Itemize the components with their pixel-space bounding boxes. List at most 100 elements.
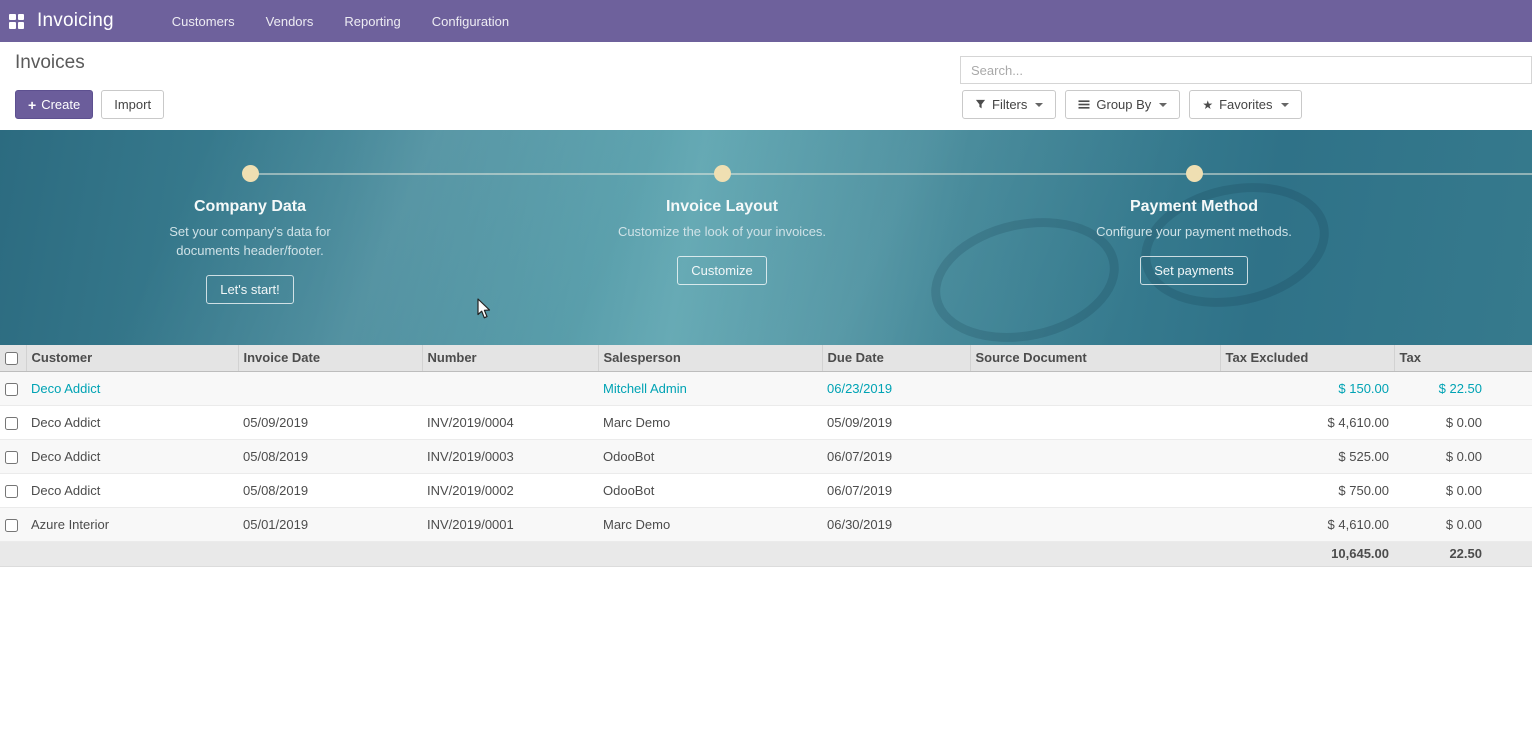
step-dot-icon xyxy=(1186,165,1203,182)
cell-number xyxy=(422,371,598,405)
footer-empty xyxy=(0,541,26,566)
cell-salesperson: Mitchell Admin xyxy=(598,371,822,405)
row-checkbox-cell xyxy=(0,405,26,439)
select-all-checkbox-cell xyxy=(0,345,26,371)
cell-invoice-date: 05/08/2019 xyxy=(238,473,422,507)
row-checkbox[interactable] xyxy=(5,519,18,532)
nav-configuration[interactable]: Configuration xyxy=(430,10,511,33)
cell-tax-excluded: $ 4,610.00 xyxy=(1220,507,1394,541)
select-all-checkbox[interactable] xyxy=(5,352,18,365)
cell-tax: $ 22.50 xyxy=(1394,371,1532,405)
footer-tax-excluded-total: 10,645.00 xyxy=(1220,541,1394,566)
step-description: Customize the look of your invoices. xyxy=(592,223,852,242)
invoice-row[interactable]: Deco Addict 05/09/2019 INV/2019/0004 Mar… xyxy=(0,405,1532,439)
onboarding-banner: Company Data Set your company's data for… xyxy=(0,130,1532,345)
create-button[interactable]: + Create xyxy=(15,90,93,119)
onboarding-step-payment-method: Payment Method Configure your payment me… xyxy=(1064,165,1324,285)
apps-grid-icon[interactable] xyxy=(9,14,24,29)
cell-tax-excluded: $ 150.00 xyxy=(1220,371,1394,405)
caret-down-icon xyxy=(1159,103,1167,107)
star-icon: ★ xyxy=(1202,98,1213,112)
cell-due-date: 06/07/2019 xyxy=(822,473,970,507)
col-due-date[interactable]: Due Date xyxy=(822,345,970,371)
row-checkbox[interactable] xyxy=(5,417,18,430)
set-payments-button[interactable]: Set payments xyxy=(1140,256,1248,285)
group-by-bars-icon xyxy=(1078,99,1090,110)
cell-tax-excluded: $ 750.00 xyxy=(1220,473,1394,507)
col-salesperson[interactable]: Salesperson xyxy=(598,345,822,371)
main-menu: Customers Vendors Reporting Configuratio… xyxy=(170,10,511,33)
step-title: Invoice Layout xyxy=(592,198,852,216)
row-checkbox[interactable] xyxy=(5,383,18,396)
cell-tax: $ 0.00 xyxy=(1394,439,1532,473)
cell-tax: $ 0.00 xyxy=(1394,507,1532,541)
cell-customer: Deco Addict xyxy=(26,371,238,405)
cell-tax: $ 0.00 xyxy=(1394,473,1532,507)
app-brand[interactable]: Invoicing xyxy=(37,10,114,32)
cell-invoice-date xyxy=(238,371,422,405)
invoice-row[interactable]: Deco Addict 05/08/2019 INV/2019/0002 Odo… xyxy=(0,473,1532,507)
filters-button[interactable]: Filters xyxy=(962,90,1056,119)
nav-reporting[interactable]: Reporting xyxy=(342,10,402,33)
step-dot-icon xyxy=(714,165,731,182)
col-tax[interactable]: Tax xyxy=(1394,345,1532,371)
group-by-button[interactable]: Group By xyxy=(1065,90,1180,119)
row-checkbox-cell xyxy=(0,371,26,405)
nav-customers[interactable]: Customers xyxy=(170,10,237,33)
col-number[interactable]: Number xyxy=(422,345,598,371)
cell-source-document xyxy=(970,507,1220,541)
col-invoice-date[interactable]: Invoice Date xyxy=(238,345,422,371)
cell-salesperson: Marc Demo xyxy=(598,405,822,439)
favorites-button-label: Favorites xyxy=(1219,97,1272,112)
row-checkbox[interactable] xyxy=(5,485,18,498)
step-title: Company Data xyxy=(120,198,380,216)
table-header-row: Customer Invoice Date Number Salesperson… xyxy=(0,345,1532,371)
step-title: Payment Method xyxy=(1064,198,1324,216)
create-button-label: Create xyxy=(41,97,80,112)
lets-start-button[interactable]: Let's start! xyxy=(206,275,294,304)
step-description: Configure your payment methods. xyxy=(1064,223,1324,242)
invoice-row[interactable]: Azure Interior 05/01/2019 INV/2019/0001 … xyxy=(0,507,1532,541)
cell-invoice-date: 05/09/2019 xyxy=(238,405,422,439)
cell-invoice-date: 05/08/2019 xyxy=(238,439,422,473)
cell-customer: Deco Addict xyxy=(26,473,238,507)
col-customer[interactable]: Customer xyxy=(26,345,238,371)
nav-vendors[interactable]: Vendors xyxy=(264,10,316,33)
step-description: Set your company's data for documents he… xyxy=(120,223,380,261)
onboarding-step-invoice-layout: Invoice Layout Customize the look of you… xyxy=(592,165,852,285)
plus-icon: + xyxy=(28,98,36,112)
filter-funnel-icon xyxy=(975,99,986,110)
footer-tax-total: 22.50 xyxy=(1394,541,1532,566)
import-button-label: Import xyxy=(114,97,151,112)
cell-source-document xyxy=(970,473,1220,507)
favorites-button[interactable]: ★ Favorites xyxy=(1189,90,1301,119)
invoice-row[interactable]: Deco Addict 05/08/2019 INV/2019/0003 Odo… xyxy=(0,439,1532,473)
caret-down-icon xyxy=(1035,103,1043,107)
import-button[interactable]: Import xyxy=(101,90,164,119)
cell-number: INV/2019/0004 xyxy=(422,405,598,439)
col-tax-excluded[interactable]: Tax Excluded xyxy=(1220,345,1394,371)
cp-buttons: + Create Import xyxy=(15,90,164,119)
cell-salesperson: OdooBot xyxy=(598,439,822,473)
row-checkbox[interactable] xyxy=(5,451,18,464)
top-navbar: Invoicing Customers Vendors Reporting Co… xyxy=(0,0,1532,42)
footer-empty xyxy=(26,541,1220,566)
search-filter-buttons: Filters Group By ★ Favorites xyxy=(962,90,1302,119)
search-input[interactable] xyxy=(960,56,1532,84)
invoice-row[interactable]: Deco Addict Mitchell Admin 06/23/2019 $ … xyxy=(0,371,1532,405)
cell-customer: Deco Addict xyxy=(26,405,238,439)
customize-button[interactable]: Customize xyxy=(677,256,766,285)
filters-button-label: Filters xyxy=(992,97,1027,112)
cell-customer: Deco Addict xyxy=(26,439,238,473)
cell-due-date: 06/07/2019 xyxy=(822,439,970,473)
cell-due-date: 06/23/2019 xyxy=(822,371,970,405)
step-dot-icon xyxy=(242,165,259,182)
col-source-document[interactable]: Source Document xyxy=(970,345,1220,371)
group-by-button-label: Group By xyxy=(1096,97,1151,112)
cell-tax-excluded: $ 4,610.00 xyxy=(1220,405,1394,439)
cell-number: INV/2019/0002 xyxy=(422,473,598,507)
cell-tax: $ 0.00 xyxy=(1394,405,1532,439)
cell-due-date: 05/09/2019 xyxy=(822,405,970,439)
row-checkbox-cell xyxy=(0,439,26,473)
row-checkbox-cell xyxy=(0,507,26,541)
